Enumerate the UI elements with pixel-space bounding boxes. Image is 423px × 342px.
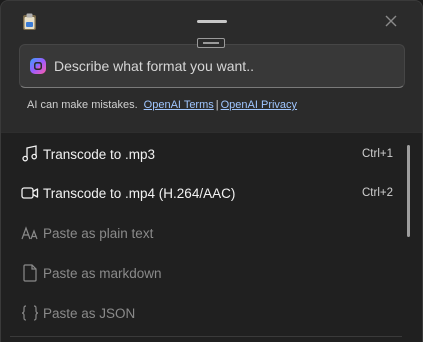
item-label: Transcode to .mp3 — [43, 146, 156, 162]
json-braces-icon — [21, 304, 39, 322]
item-label: Paste as plain text — [43, 225, 154, 241]
paste-options-list: Transcode to .mp3 Ctrl+1 Transcode to .m… — [1, 132, 422, 342]
divider — [10, 336, 402, 337]
item-shortcut: Ctrl+2 — [362, 187, 393, 199]
text-font-icon — [21, 224, 39, 242]
list-item-transcode-mp4[interactable]: Transcode to .mp4 (H.264/AAC) Ctrl+2 — [10, 174, 402, 212]
list-item-paste-markdown: Paste as markdown — [10, 254, 402, 292]
item-label: Paste as JSON — [43, 305, 136, 321]
pin-icon[interactable] — [197, 38, 225, 48]
openai-terms-link[interactable]: OpenAI Terms — [144, 99, 214, 111]
disclaimer-text: AI can make mistakes. — [27, 99, 138, 111]
item-shortcut: Ctrl+1 — [362, 148, 393, 160]
document-icon — [21, 264, 39, 282]
item-label: Transcode to .mp4 (H.264/AAC) — [43, 185, 236, 201]
advanced-paste-window: AI can make mistakes. OpenAI Terms|OpenAI… — [0, 0, 423, 342]
ai-sparkle-icon — [28, 56, 48, 76]
list-item-paste-plain-text: Paste as plain text — [10, 214, 402, 252]
clipboard-app-icon — [22, 13, 37, 31]
prompt-box[interactable] — [19, 44, 405, 88]
item-label: Paste as markdown — [43, 265, 162, 281]
ai-disclaimer: AI can make mistakes. OpenAI Terms | OpenAI… — [27, 99, 297, 111]
video-camera-icon — [21, 184, 39, 202]
prompt-input[interactable] — [54, 45, 394, 87]
scrollbar-thumb[interactable] — [407, 145, 410, 237]
list-item-transcode-mp3[interactable]: Transcode to .mp3 Ctrl+1 — [10, 135, 402, 173]
drag-handle[interactable] — [197, 20, 227, 23]
list-item-paste-json: Paste as JSON — [10, 294, 402, 332]
music-note-icon — [21, 145, 39, 163]
close-icon[interactable] — [381, 11, 401, 31]
link-separator: | — [215, 99, 219, 111]
openai-privacy-link[interactable]: OpenAI Privacy — [221, 99, 297, 111]
